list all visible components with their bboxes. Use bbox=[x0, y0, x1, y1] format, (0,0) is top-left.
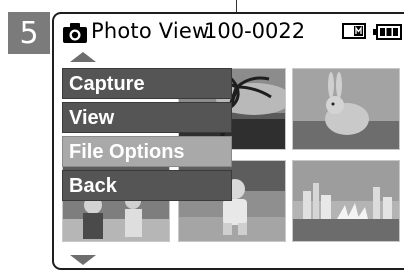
scroll-up-arrow-icon[interactable] bbox=[70, 52, 96, 62]
thumbnail-city-skyline-opera-house[interactable] bbox=[292, 160, 400, 242]
battery-full-icon bbox=[372, 24, 402, 45]
camera-lcd-screen: Photo View 100-0022 Capture View File Op… bbox=[52, 12, 404, 270]
menu-item-view[interactable]: View bbox=[62, 102, 232, 133]
menu-item-back[interactable]: Back bbox=[62, 170, 232, 201]
options-menu: Capture View File Options Back bbox=[62, 68, 232, 204]
menu-item-capture[interactable]: Capture bbox=[62, 68, 232, 99]
step-number: 5 bbox=[8, 12, 50, 54]
camera-icon bbox=[62, 22, 88, 49]
status-bar: Photo View 100-0022 bbox=[54, 14, 404, 54]
mode-label: Photo View bbox=[91, 19, 210, 43]
thumbnail-rabbit-on-grass[interactable] bbox=[292, 68, 400, 150]
internal-memory-icon bbox=[342, 23, 366, 44]
file-number: 100-0022 bbox=[204, 19, 306, 43]
menu-item-file-options[interactable]: File Options bbox=[62, 136, 232, 167]
scroll-down-arrow-icon[interactable] bbox=[70, 255, 96, 265]
